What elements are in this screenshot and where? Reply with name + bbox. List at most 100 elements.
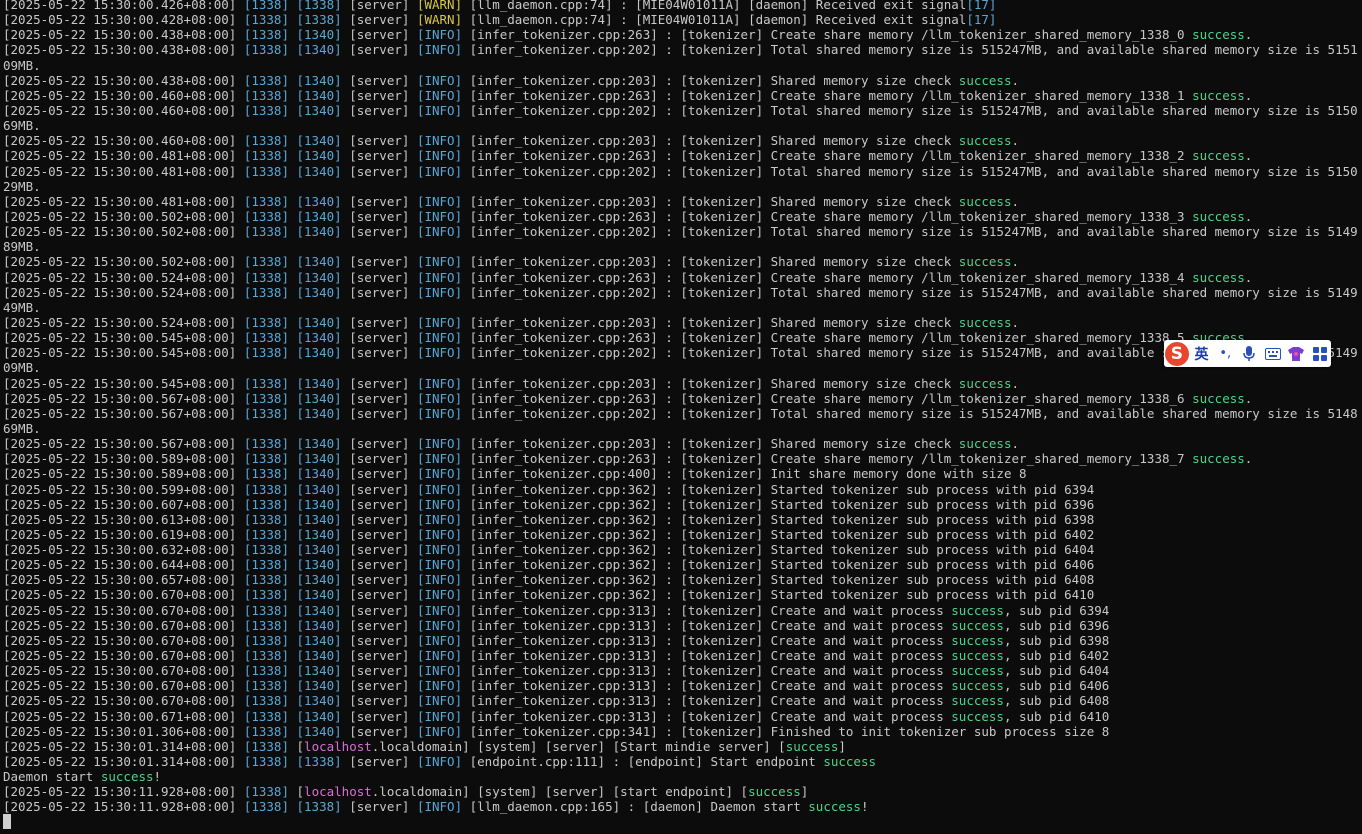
language-toggle[interactable]: 英 <box>1191 343 1213 365</box>
log-segment-pid: [1338] [1340] <box>243 390 342 406</box>
log-segment-dim: [infer_tokenizer.cpp:341] : [tokenizer] … <box>462 723 1110 739</box>
keyboard-icon[interactable] <box>1262 343 1284 365</box>
log-line: [2025-05-22 15:30:00.670+08:00] [1338] [… <box>3 648 1362 663</box>
log-segment-info: [INFO] <box>416 193 463 209</box>
log-segment-dim: , sub pid 6404 <box>1003 663 1110 679</box>
log-segment-dim: [llm_daemon.cpp:165] : [daemon] Daemon s… <box>462 799 809 815</box>
log-segment-dim: [2025-05-22 15:30:00.589+08:00] <box>3 466 244 482</box>
log-line: [2025-05-22 15:30:01.314+08:00] [1338] [… <box>3 754 1362 769</box>
log-segment-host: localhost <box>304 738 372 754</box>
log-line: [2025-05-22 15:30:00.524+08:00] [1338] [… <box>3 315 1362 330</box>
log-segment-dim: [2025-05-22 15:30:00.481+08:00] <box>3 163 244 179</box>
log-line: [2025-05-22 15:30:01.314+08:00] [1338] [… <box>3 739 1362 754</box>
log-segment-dim: [infer_tokenizer.cpp:203] : [tokenizer] … <box>462 375 959 391</box>
log-segment-dim: [server] <box>341 375 417 391</box>
toolbox-menu-icon[interactable] <box>1309 343 1331 365</box>
log-segment-pid: [1338] [1340] <box>243 617 342 633</box>
log-segment-dim: 09MB. <box>3 360 41 376</box>
log-segment-info: [INFO] <box>416 708 463 724</box>
log-segment-dim: [infer_tokenizer.cpp:263] : [tokenizer] … <box>462 390 1193 406</box>
log-segment-info: [INFO] <box>416 314 463 330</box>
log-segment-dim: [infer_tokenizer.cpp:313] : [tokenizer] … <box>462 602 952 618</box>
log-segment-dim: [2025-05-22 15:30:00.545+08:00] <box>3 330 244 346</box>
log-segment-dim: [infer_tokenizer.cpp:362] : [tokenizer] … <box>462 587 1095 603</box>
log-segment-pid: [1338] [1338] <box>243 754 342 770</box>
log-segment-info: [INFO] <box>416 542 463 558</box>
log-segment-pid: [1338] [1340] <box>243 42 342 58</box>
log-segment-pid: [1338] [1340] <box>243 496 342 512</box>
log-line: 29MB. <box>3 179 1362 194</box>
log-segment-dim: [2025-05-22 15:30:00.428+08:00] <box>3 12 244 28</box>
log-segment-dim: [2025-05-22 15:30:00.438+08:00] <box>3 27 244 43</box>
log-line: [2025-05-22 15:30:00.589+08:00] [1338] [… <box>3 451 1362 466</box>
log-segment-dim: [infer_tokenizer.cpp:203] : [tokenizer] … <box>462 314 959 330</box>
log-line: [2025-05-22 15:30:00.524+08:00] [1338] [… <box>3 270 1362 285</box>
log-segment-dim: . <box>1244 451 1253 467</box>
log-segment-dim: [server] <box>341 678 417 694</box>
log-line: [2025-05-22 15:30:00.599+08:00] [1338] [… <box>3 482 1362 497</box>
log-segment-dim: [server] <box>341 632 417 648</box>
log-segment-pid: [1338] [1340] <box>243 466 342 482</box>
log-segment-dim: . <box>1244 87 1253 103</box>
log-segment-dim: [2025-05-22 15:30:11.928+08:00] <box>3 784 244 800</box>
punctuation-toggle[interactable]: •, <box>1214 343 1236 365</box>
log-line: [2025-05-22 15:30:00.607+08:00] [1338] [… <box>3 497 1362 512</box>
log-line: [2025-05-22 15:30:00.426+08:00] [1338] [… <box>3 0 1362 12</box>
log-segment-dim: [2025-05-22 15:30:00.632+08:00] <box>3 542 244 558</box>
log-segment-ok: success <box>958 436 1012 452</box>
log-segment-info: [INFO] <box>416 284 463 300</box>
log-segment-dim: 69MB. <box>3 118 41 134</box>
log-segment-pid: [1338] [1340] <box>243 133 342 149</box>
microphone-icon[interactable] <box>1238 343 1260 365</box>
log-segment-pid: [1338] [1340] <box>243 208 342 224</box>
log-segment-info: [INFO] <box>416 632 463 648</box>
log-segment-pid: [1338] [1340] <box>243 526 342 542</box>
log-segment-info: [INFO] <box>416 799 463 815</box>
log-segment-ok: success <box>958 193 1012 209</box>
terminal-window[interactable]: [2025-05-22 15:30:00.426+08:00] [1338] [… <box>0 0 1362 834</box>
log-segment-pid: [1338] [1340] <box>243 345 342 361</box>
sogou-logo-icon[interactable]: S <box>1165 341 1189 366</box>
log-segment-pid: [1338] [1340] <box>243 314 342 330</box>
log-segment-info: [INFO] <box>416 557 463 573</box>
log-segment-dim: .localdomain] [system] [server] [start e… <box>371 784 749 800</box>
log-segment-dim: [server] <box>341 42 417 58</box>
log-segment-dim: [2025-05-22 15:30:00.644+08:00] <box>3 557 244 573</box>
log-segment-info: [INFO] <box>416 617 463 633</box>
log-segment-dim: 89MB. <box>3 239 41 255</box>
log-segment-dim: [2025-05-22 15:30:00.438+08:00] <box>3 42 244 58</box>
log-segment-pid: [1338] [1340] <box>243 254 342 270</box>
log-segment-dim: [infer_tokenizer.cpp:202] : [tokenizer] … <box>462 405 1358 421</box>
log-segment-dim: [server] <box>341 330 417 346</box>
log-segment-dim: . <box>1244 390 1253 406</box>
ime-toolbar[interactable]: S 英 •, <box>1164 340 1331 367</box>
log-segment-info: [INFO] <box>416 224 463 240</box>
log-segment-info: [INFO] <box>416 466 463 482</box>
log-segment-dim: . <box>1244 148 1253 164</box>
log-segment-dim: [server] <box>341 723 417 739</box>
log-segment-dim: [server] <box>341 557 417 573</box>
log-line: [2025-05-22 15:30:11.928+08:00] [1338] [… <box>3 784 1362 799</box>
log-line: [2025-05-22 15:30:00.428+08:00] [1338] [… <box>3 12 1362 27</box>
log-segment-pid: [1338] [1340] <box>243 648 342 664</box>
log-line: [2025-05-22 15:30:00.502+08:00] [1338] [… <box>3 224 1362 239</box>
log-segment-info: [INFO] <box>416 496 463 512</box>
log-segment-info: [INFO] <box>416 148 463 164</box>
log-segment-dim: [2025-05-22 15:30:00.460+08:00] <box>3 102 244 118</box>
log-line: [2025-05-22 15:30:00.670+08:00] [1338] [… <box>3 603 1362 618</box>
log-segment-dim: [infer_tokenizer.cpp:203] : [tokenizer] … <box>462 254 959 270</box>
log-segment-dim: , sub pid 6402 <box>1003 648 1110 664</box>
log-segment-dim: [infer_tokenizer.cpp:362] : [tokenizer] … <box>462 511 1095 527</box>
log-segment-pid: [1338] [1340] <box>243 193 342 209</box>
log-segment-info: [INFO] <box>416 754 463 770</box>
log-segment-dim: [server] <box>341 617 417 633</box>
skin-shirt-icon[interactable] <box>1286 343 1308 365</box>
log-line: [2025-05-22 15:30:11.928+08:00] [1338] [… <box>3 799 1362 814</box>
log-segment-dim: [infer_tokenizer.cpp:263] : [tokenizer] … <box>462 208 1193 224</box>
log-segment-pid: [1338] [1340] <box>243 693 342 709</box>
log-line: [2025-05-22 15:30:00.545+08:00] [1338] [… <box>3 345 1362 360</box>
log-segment-info: [INFO] <box>416 602 463 618</box>
log-segment-pid: [1338] [1340] <box>243 663 342 679</box>
log-segment-pid: [1338] [1340] <box>243 269 342 285</box>
log-segment-ok: success <box>1192 269 1245 285</box>
